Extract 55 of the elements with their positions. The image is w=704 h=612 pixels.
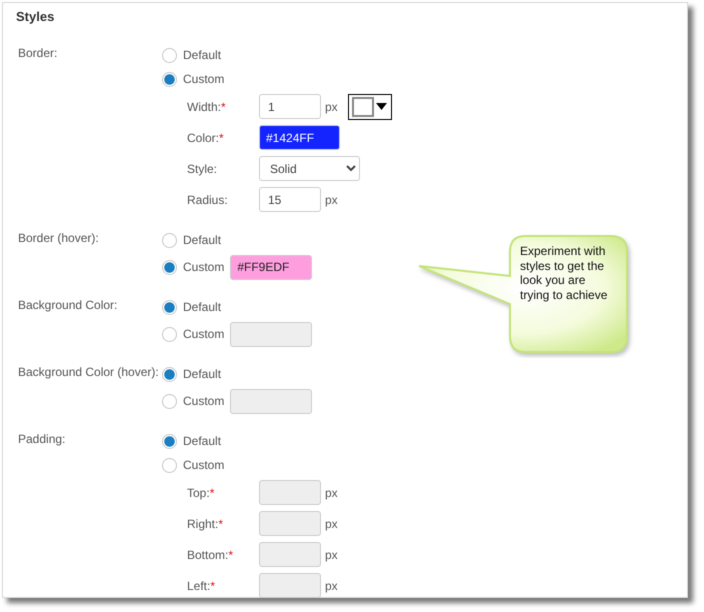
group-label: Padding: (17, 431, 66, 448)
radio-button[interactable] (162, 326, 177, 342)
field-label: Left: (187, 578, 210, 592)
field-label: Style: (187, 162, 218, 176)
unit-label: px (325, 548, 338, 562)
required-mark: * (218, 516, 224, 530)
color-field[interactable]: #FF9EDF (230, 254, 312, 280)
field-label: Bottom: (187, 548, 228, 562)
radio-label[interactable]: Custom (183, 72, 224, 86)
radio-label[interactable]: Custom (183, 327, 224, 341)
radio-button[interactable] (162, 366, 177, 382)
number-field[interactable]: 15 (259, 187, 321, 212)
field-label: Top: (187, 486, 210, 500)
radio-button[interactable] (162, 434, 177, 448)
required-mark: * (228, 548, 234, 562)
radio-label[interactable]: Default (183, 48, 222, 62)
radio-label[interactable]: Default (183, 367, 222, 381)
color-field[interactable]: #1424FF (259, 125, 340, 150)
required-mark: * (221, 100, 226, 114)
unit-label: px (325, 516, 338, 530)
radio-label[interactable]: Default (183, 434, 222, 448)
radio-button[interactable] (162, 232, 177, 248)
unit-label: px (325, 486, 338, 500)
radio-button[interactable] (162, 72, 177, 86)
radio-label[interactable]: Custom (183, 458, 224, 472)
radio-label[interactable]: Default (183, 233, 222, 247)
required-mark: * (210, 486, 214, 500)
group-label: Background Color: (17, 297, 118, 314)
caret-icon (376, 103, 387, 110)
unit-label: px (325, 192, 338, 206)
section-title: Styles (16, 9, 56, 24)
radio-button[interactable] (162, 48, 177, 62)
swatch-icon (352, 96, 374, 116)
unit-label: px (325, 578, 338, 592)
radio-button[interactable] (162, 260, 177, 274)
color-picker-button[interactable] (348, 94, 392, 120)
unit-label: px (325, 100, 338, 114)
group-label: Border (hover): (17, 230, 100, 247)
group-label: Background Color (hover): (17, 364, 160, 381)
number-field[interactable]: 1 (259, 94, 321, 119)
field-label: Width: (187, 100, 222, 114)
required-mark: * (219, 130, 224, 144)
callout-text: Experiment with styles to get the look you are trying to achieve (520, 244, 608, 302)
radio-button[interactable] (162, 300, 177, 314)
field-label: Color: (187, 130, 220, 144)
style-dropdown[interactable]: Solid (259, 156, 360, 181)
field-label: Right: (187, 516, 218, 530)
radio-button[interactable] (162, 394, 177, 408)
radio-label[interactable]: Default (183, 300, 222, 314)
radio-button[interactable] (162, 458, 177, 472)
group-label: Border: (17, 45, 58, 62)
radio-label[interactable]: Custom (183, 260, 224, 274)
radio-label[interactable]: Custom (183, 394, 224, 408)
field-label: Radius: (187, 192, 228, 206)
required-mark: * (210, 578, 216, 592)
